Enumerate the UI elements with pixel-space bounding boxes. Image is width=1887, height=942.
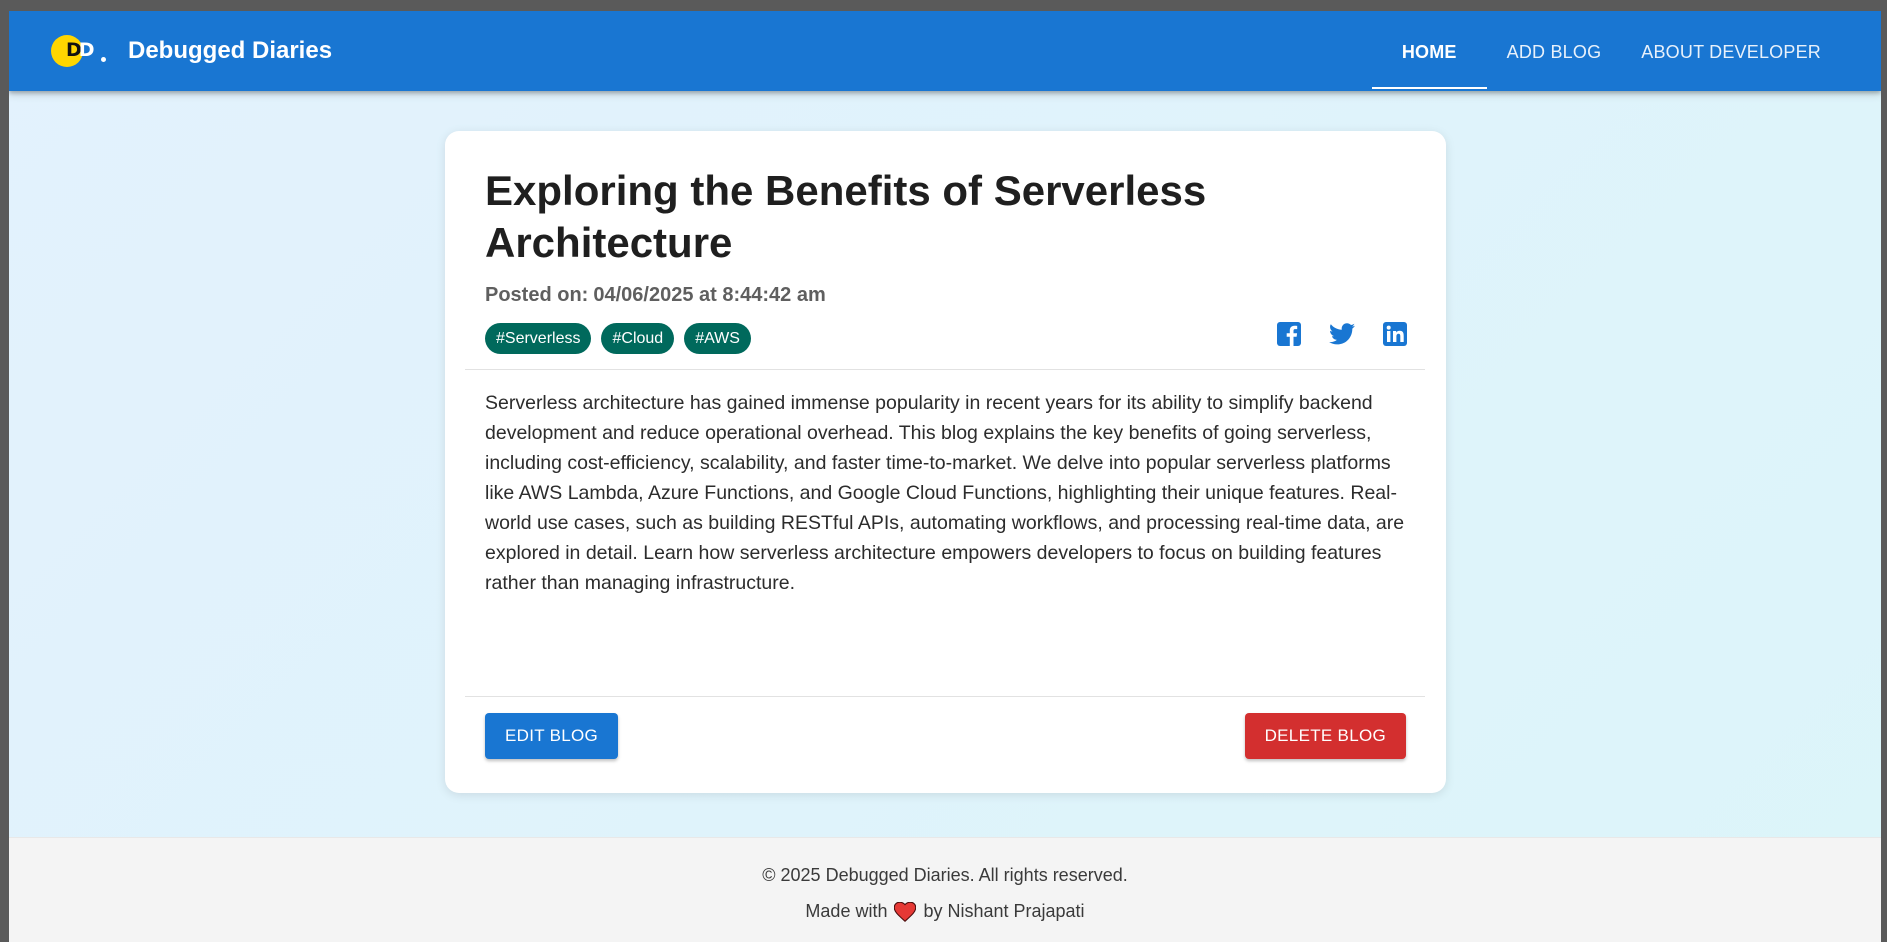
linkedin-icon [1383,322,1407,346]
made-with-text: Made with [805,901,888,921]
footer: © 2025 Debugged Diaries. All rights rese… [9,837,1881,942]
nav-home[interactable]: HOME [1371,31,1487,89]
logo-dot [101,57,106,62]
posted-date: 04/06/2025 at 8:44:42 am [593,284,826,306]
linkedin-share-button[interactable] [1381,320,1409,348]
brand[interactable]: DD Debugged Diaries [51,31,332,71]
brand-name: Debugged Diaries [128,37,333,64]
posted-label: Posted on: [485,284,589,306]
author-text: by Nishant Prajapati [923,901,1085,921]
post-content: Serverless architecture has gained immen… [485,392,1405,594]
tag-chip[interactable]: #AWS [684,323,751,354]
facebook-share-button[interactable] [1275,320,1303,348]
nav-about-developer[interactable]: ABOUT DEVELOPER [1621,31,1841,89]
post-title: Exploring the Benefits of Serverless Arc… [485,167,1207,266]
blog-card: Exploring the Benefits of Serverless Arc… [445,131,1446,793]
edit-blog-button[interactable]: EDIT BLOG [485,713,619,759]
divider [465,696,1425,697]
heart-icon [894,901,917,922]
share-buttons [1275,320,1409,348]
logo: DD [51,33,106,69]
posted-on: Posted on: 04/06/2025 at 8:44:42 am [485,284,826,307]
copyright-text: © 2025 Debugged Diaries. All rights rese… [762,865,1128,885]
tag-chip[interactable]: #Cloud [601,323,675,354]
nav-add-blog[interactable]: ADD BLOG [1487,31,1622,89]
twitter-icon [1329,323,1355,345]
app-window: DD Debugged Diaries HOME ADD BLOG ABOUT … [9,11,1881,942]
main-nav: HOME ADD BLOG ABOUT DEVELOPER [1371,31,1841,89]
divider [465,369,1425,370]
app-bar: DD Debugged Diaries HOME ADD BLOG ABOUT … [9,11,1881,91]
delete-blog-button[interactable]: DELETE BLOG [1244,713,1406,759]
twitter-share-button[interactable] [1328,320,1356,348]
made-with-line: Made with by Nishant Prajapati [9,901,1881,922]
tag-list: #Serverless #Cloud #AWS [485,323,751,354]
facebook-icon [1277,322,1301,346]
tag-chip[interactable]: #Serverless [485,323,592,354]
logo-letters: DD [66,39,95,61]
